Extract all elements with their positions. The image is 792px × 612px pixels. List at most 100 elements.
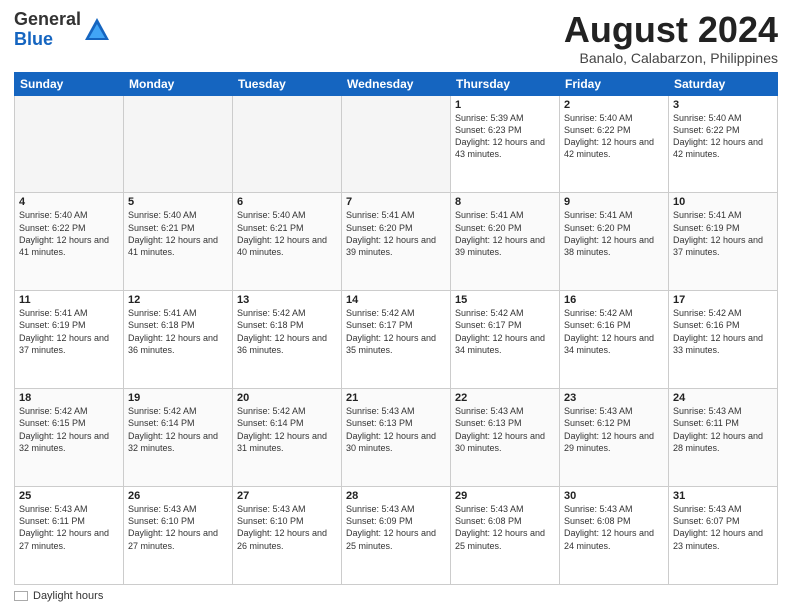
title-area: August 2024 Banalo, Calabarzon, Philippi…: [564, 10, 778, 66]
calendar-cell: 6Sunrise: 5:40 AMSunset: 6:21 PMDaylight…: [233, 193, 342, 291]
calendar-cell: 17Sunrise: 5:42 AMSunset: 6:16 PMDayligh…: [669, 291, 778, 389]
day-number: 31: [673, 490, 773, 502]
footer: Daylight hours: [14, 590, 778, 602]
calendar-cell: 2Sunrise: 5:40 AMSunset: 6:22 PMDaylight…: [560, 95, 669, 193]
weekday-header: Wednesday: [342, 72, 451, 95]
calendar-cell: 27Sunrise: 5:43 AMSunset: 6:10 PMDayligh…: [233, 487, 342, 585]
day-info: Sunrise: 5:42 AMSunset: 6:16 PMDaylight:…: [673, 307, 773, 356]
calendar-cell: 19Sunrise: 5:42 AMSunset: 6:14 PMDayligh…: [124, 389, 233, 487]
day-number: 30: [564, 490, 664, 502]
day-info: Sunrise: 5:40 AMSunset: 6:22 PMDaylight:…: [673, 112, 773, 161]
day-number: 7: [346, 196, 446, 208]
calendar-cell: 29Sunrise: 5:43 AMSunset: 6:08 PMDayligh…: [451, 487, 560, 585]
calendar-cell: 5Sunrise: 5:40 AMSunset: 6:21 PMDaylight…: [124, 193, 233, 291]
calendar-cell: 14Sunrise: 5:42 AMSunset: 6:17 PMDayligh…: [342, 291, 451, 389]
day-info: Sunrise: 5:42 AMSunset: 6:14 PMDaylight:…: [128, 405, 228, 454]
calendar-week-row: 18Sunrise: 5:42 AMSunset: 6:15 PMDayligh…: [15, 389, 778, 487]
day-number: 25: [19, 490, 119, 502]
day-info: Sunrise: 5:40 AMSunset: 6:21 PMDaylight:…: [128, 209, 228, 258]
day-number: 24: [673, 392, 773, 404]
weekday-header: Saturday: [669, 72, 778, 95]
calendar-cell: 16Sunrise: 5:42 AMSunset: 6:16 PMDayligh…: [560, 291, 669, 389]
day-info: Sunrise: 5:41 AMSunset: 6:20 PMDaylight:…: [564, 209, 664, 258]
header: General Blue August 2024 Banalo, Calabar…: [14, 10, 778, 66]
calendar-week-row: 25Sunrise: 5:43 AMSunset: 6:11 PMDayligh…: [15, 487, 778, 585]
weekday-header-row: SundayMondayTuesdayWednesdayThursdayFrid…: [15, 72, 778, 95]
day-info: Sunrise: 5:43 AMSunset: 6:13 PMDaylight:…: [346, 405, 446, 454]
logo-general-text: General: [14, 9, 81, 29]
day-number: 19: [128, 392, 228, 404]
calendar-cell: [233, 95, 342, 193]
day-number: 29: [455, 490, 555, 502]
day-number: 1: [455, 99, 555, 111]
day-number: 27: [237, 490, 337, 502]
daylight-box: [14, 591, 28, 601]
day-info: Sunrise: 5:42 AMSunset: 6:18 PMDaylight:…: [237, 307, 337, 356]
calendar-cell: 7Sunrise: 5:41 AMSunset: 6:20 PMDaylight…: [342, 193, 451, 291]
calendar-cell: 3Sunrise: 5:40 AMSunset: 6:22 PMDaylight…: [669, 95, 778, 193]
day-number: 10: [673, 196, 773, 208]
calendar-cell: 28Sunrise: 5:43 AMSunset: 6:09 PMDayligh…: [342, 487, 451, 585]
day-info: Sunrise: 5:43 AMSunset: 6:13 PMDaylight:…: [455, 405, 555, 454]
day-info: Sunrise: 5:42 AMSunset: 6:17 PMDaylight:…: [455, 307, 555, 356]
calendar-cell: 30Sunrise: 5:43 AMSunset: 6:08 PMDayligh…: [560, 487, 669, 585]
calendar-cell: 20Sunrise: 5:42 AMSunset: 6:14 PMDayligh…: [233, 389, 342, 487]
day-info: Sunrise: 5:42 AMSunset: 6:15 PMDaylight:…: [19, 405, 119, 454]
calendar-cell: 24Sunrise: 5:43 AMSunset: 6:11 PMDayligh…: [669, 389, 778, 487]
calendar-cell: 18Sunrise: 5:42 AMSunset: 6:15 PMDayligh…: [15, 389, 124, 487]
weekday-header: Tuesday: [233, 72, 342, 95]
day-info: Sunrise: 5:40 AMSunset: 6:22 PMDaylight:…: [19, 209, 119, 258]
day-info: Sunrise: 5:43 AMSunset: 6:10 PMDaylight:…: [128, 503, 228, 552]
day-number: 9: [564, 196, 664, 208]
day-info: Sunrise: 5:42 AMSunset: 6:16 PMDaylight:…: [564, 307, 664, 356]
day-info: Sunrise: 5:39 AMSunset: 6:23 PMDaylight:…: [455, 112, 555, 161]
day-info: Sunrise: 5:43 AMSunset: 6:12 PMDaylight:…: [564, 405, 664, 454]
calendar-table: SundayMondayTuesdayWednesdayThursdayFrid…: [14, 72, 778, 585]
daylight-label: Daylight hours: [33, 590, 103, 602]
calendar-cell: 1Sunrise: 5:39 AMSunset: 6:23 PMDaylight…: [451, 95, 560, 193]
weekday-header: Sunday: [15, 72, 124, 95]
day-number: 12: [128, 294, 228, 306]
calendar-cell: 11Sunrise: 5:41 AMSunset: 6:19 PMDayligh…: [15, 291, 124, 389]
day-info: Sunrise: 5:43 AMSunset: 6:08 PMDaylight:…: [564, 503, 664, 552]
weekday-header: Thursday: [451, 72, 560, 95]
day-number: 2: [564, 99, 664, 111]
day-number: 14: [346, 294, 446, 306]
day-number: 4: [19, 196, 119, 208]
day-info: Sunrise: 5:40 AMSunset: 6:22 PMDaylight:…: [564, 112, 664, 161]
calendar-cell: 15Sunrise: 5:42 AMSunset: 6:17 PMDayligh…: [451, 291, 560, 389]
calendar-week-row: 4Sunrise: 5:40 AMSunset: 6:22 PMDaylight…: [15, 193, 778, 291]
day-number: 18: [19, 392, 119, 404]
calendar-cell: 21Sunrise: 5:43 AMSunset: 6:13 PMDayligh…: [342, 389, 451, 487]
day-number: 16: [564, 294, 664, 306]
logo-blue-text: Blue: [14, 29, 53, 49]
day-info: Sunrise: 5:40 AMSunset: 6:21 PMDaylight:…: [237, 209, 337, 258]
day-info: Sunrise: 5:41 AMSunset: 6:18 PMDaylight:…: [128, 307, 228, 356]
day-info: Sunrise: 5:41 AMSunset: 6:20 PMDaylight:…: [455, 209, 555, 258]
day-number: 23: [564, 392, 664, 404]
day-number: 13: [237, 294, 337, 306]
page: General Blue August 2024 Banalo, Calabar…: [0, 0, 792, 612]
day-number: 21: [346, 392, 446, 404]
day-number: 3: [673, 99, 773, 111]
calendar-cell: 9Sunrise: 5:41 AMSunset: 6:20 PMDaylight…: [560, 193, 669, 291]
calendar-cell: 8Sunrise: 5:41 AMSunset: 6:20 PMDaylight…: [451, 193, 560, 291]
calendar-cell: [124, 95, 233, 193]
calendar-week-row: 11Sunrise: 5:41 AMSunset: 6:19 PMDayligh…: [15, 291, 778, 389]
calendar-cell: [342, 95, 451, 193]
calendar-cell: 25Sunrise: 5:43 AMSunset: 6:11 PMDayligh…: [15, 487, 124, 585]
day-info: Sunrise: 5:43 AMSunset: 6:09 PMDaylight:…: [346, 503, 446, 552]
calendar-cell: 4Sunrise: 5:40 AMSunset: 6:22 PMDaylight…: [15, 193, 124, 291]
day-info: Sunrise: 5:42 AMSunset: 6:17 PMDaylight:…: [346, 307, 446, 356]
day-number: 26: [128, 490, 228, 502]
day-number: 5: [128, 196, 228, 208]
day-info: Sunrise: 5:43 AMSunset: 6:11 PMDaylight:…: [19, 503, 119, 552]
day-number: 20: [237, 392, 337, 404]
month-title: August 2024: [564, 10, 778, 50]
day-number: 8: [455, 196, 555, 208]
calendar-week-row: 1Sunrise: 5:39 AMSunset: 6:23 PMDaylight…: [15, 95, 778, 193]
day-info: Sunrise: 5:41 AMSunset: 6:20 PMDaylight:…: [346, 209, 446, 258]
day-number: 28: [346, 490, 446, 502]
day-info: Sunrise: 5:41 AMSunset: 6:19 PMDaylight:…: [673, 209, 773, 258]
logo-icon: [83, 16, 111, 44]
